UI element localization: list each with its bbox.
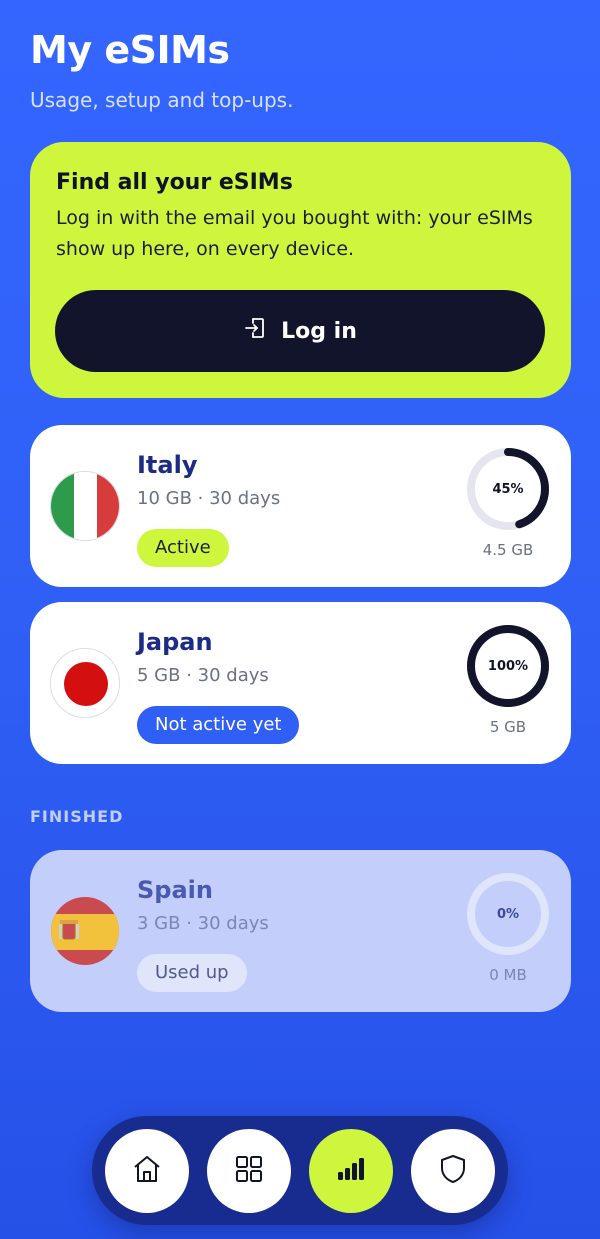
login-button[interactable]: Log in — [55, 290, 545, 372]
home-icon — [130, 1152, 164, 1190]
esim-country: Japan — [137, 628, 213, 656]
tab-security[interactable] — [411, 1129, 495, 1213]
esim-plan: 3 GB · 30 days — [137, 913, 269, 934]
login-card-title: Find all your eSIMs — [56, 170, 293, 195]
login-button-label: Log in — [281, 318, 357, 344]
status-badge: Used up — [137, 954, 247, 992]
esim-country: Italy — [137, 451, 198, 479]
login-card-text: Log in with the email you bought with: y… — [56, 207, 533, 260]
tab-store[interactable] — [207, 1129, 291, 1213]
usage-percent: 100% — [487, 658, 529, 674]
esim-card-japan[interactable]: Japan 5 GB · 30 days Not active yet 100%… — [30, 602, 571, 764]
esim-card-italy[interactable]: Italy 10 GB · 30 days Active 45% 4.5 GB — [30, 425, 571, 587]
login-card: Find all your eSIMs Log in with the emai… — [30, 142, 571, 398]
bottom-tab-bar — [92, 1116, 508, 1225]
status-badge: Active — [137, 529, 229, 567]
esim-plan: 10 GB · 30 days — [137, 488, 281, 509]
page-subtitle: Usage, setup and top-ups. — [30, 88, 294, 112]
tab-home[interactable] — [105, 1129, 189, 1213]
esim-plan: 5 GB · 30 days — [137, 665, 269, 686]
japan-flag — [50, 648, 120, 718]
esim-card-spain[interactable]: Spain 3 GB · 30 days Used up 0% 0 MB — [30, 850, 571, 1012]
esim-country: Spain — [137, 876, 213, 904]
italy-flag — [50, 471, 120, 541]
usage-amount: 0 MB — [489, 966, 527, 984]
usage-percent: 0% — [496, 906, 520, 922]
login-icon — [243, 316, 267, 346]
signal-bars-icon — [334, 1152, 368, 1190]
tab-esims[interactable] — [309, 1129, 393, 1213]
status-badge: Not active yet — [137, 706, 300, 744]
usage-amount: 4.5 GB — [482, 541, 534, 559]
grid-icon — [232, 1152, 266, 1190]
spain-flag — [50, 896, 120, 966]
shield-icon — [436, 1152, 470, 1190]
page-title: My eSIMs — [30, 28, 230, 72]
usage-percent: 45% — [492, 481, 524, 497]
section-label-finished: FINISHED — [30, 807, 124, 826]
usage-amount: 5 GB — [489, 718, 527, 736]
